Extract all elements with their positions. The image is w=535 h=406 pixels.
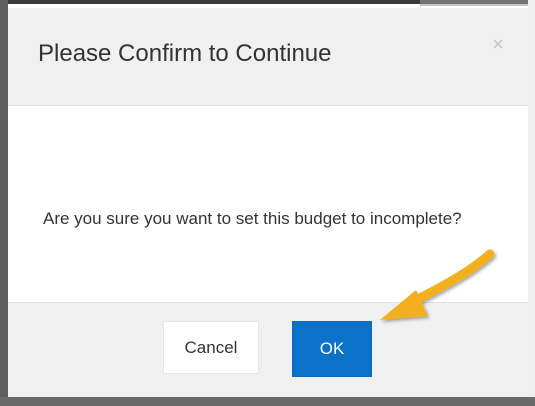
close-icon[interactable] [491, 38, 505, 52]
backdrop-edge-left [0, 0, 8, 406]
dialog-message: Are you sure you want to set this budget… [43, 209, 462, 228]
backdrop-edge-right [528, 0, 535, 406]
dialog-header: Please Confirm to Continue [8, 8, 528, 106]
dialog-title: Please Confirm to Continue [38, 40, 332, 67]
backdrop-faint-strip [420, 0, 528, 6]
ok-button[interactable]: OK [292, 321, 372, 377]
backdrop-edge-bottom [0, 397, 535, 406]
confirm-dialog: Please Confirm to Continue Are you sure … [8, 8, 528, 397]
close-icon-glyph [493, 39, 503, 49]
dialog-footer [8, 302, 528, 397]
dialog-body: Are you sure you want to set this budget… [8, 106, 528, 302]
cancel-button[interactable]: Cancel [163, 321, 259, 374]
